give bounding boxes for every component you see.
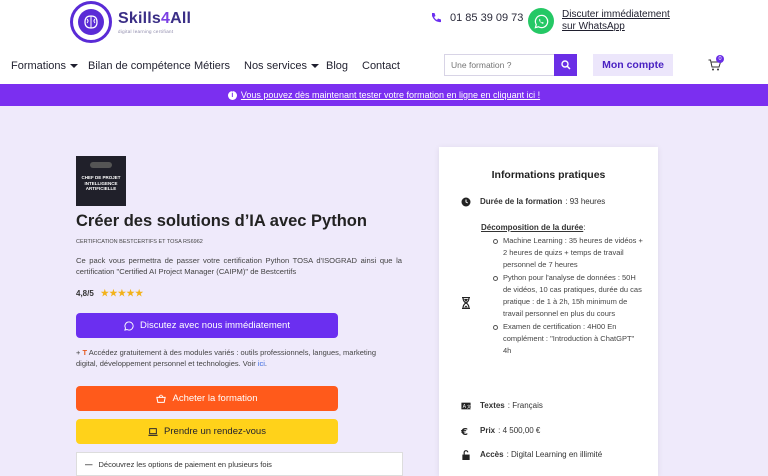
nav-label: Métiers [194,60,231,72]
buy-label: Acheter la formation [172,393,258,404]
nav-bilan[interactable]: Bilan de compétence [88,60,191,72]
free-modules-note: + T Accédez gratuitement à des modules v… [76,348,376,368]
search-icon [560,60,571,70]
list-item: Examen de certification : 4H00 En complé… [493,321,643,357]
svg-text:文: 文 [467,403,471,409]
access-row: Accès: Digital Learning en illimité [461,450,602,460]
price-label: Prix [480,426,496,435]
list-item: Python pour l'analyse de données : 50H d… [493,272,643,320]
duration-label: Durée de la formation [480,197,563,206]
access-label: Accès [480,450,504,459]
duration-row: Durée de la formation: 93 heures [461,197,605,207]
whatsapp-link[interactable]: Discuter immédiatement sur WhatsApp [562,9,682,33]
clock-icon [461,197,471,207]
nav-label: Nos services [244,60,307,72]
appointment-label: Prendre un rendez-vous [164,426,266,437]
price-value: : 4 500,00 € [498,426,541,435]
main-nav: Formations Bilan de compétence Métiers N… [0,46,768,84]
rating: 4,8/5 ★★★★★ [76,288,144,299]
euro-icon: € [461,427,468,436]
brain-logo-icon [70,1,112,43]
logo[interactable]: Skills4All digital learning certifiant [70,1,191,43]
cart-count-badge: 0 [716,55,724,63]
whatsapp-icon[interactable] [528,8,554,34]
appointment-button[interactable]: Prendre un rendez-vous [76,419,338,444]
nav-formations[interactable]: Formations [11,60,79,72]
gift-icon: T [82,348,88,357]
texts-label: Textes [480,401,505,410]
course-description: Ce pack vous permettra de passer votre c… [76,256,402,276]
cart-button[interactable]: 0 [708,55,724,76]
translate-icon: A文 [461,402,471,410]
nav-label: Bilan de compétence [88,60,191,72]
svg-text:€: € [461,427,468,436]
free-note-text: Accédez gratuitement à des modules varié… [76,348,376,368]
rating-value: 4,8/5 [76,289,94,298]
search-input[interactable] [445,55,555,75]
whatsapp-icon [124,320,134,331]
texts-row: A文 Textes: Français [461,401,543,411]
texts-value: : Français [507,401,543,410]
nav-contact[interactable]: Contact [362,60,400,72]
unlock-icon [462,450,470,460]
search-button[interactable] [554,54,577,76]
nav-metiers[interactable]: Métiers [194,60,230,72]
practical-info-card: Informations pratiques Durée de la forma… [439,147,658,476]
banner-text: Vous pouvez dès maintenant tester votre … [240,90,541,100]
plus-sign: + [76,348,81,357]
chevron-down-icon [70,64,79,68]
basket-icon [156,394,167,403]
nav-label: Blog [326,60,349,72]
decomposition-label: Décomposition de la durée: [481,223,586,232]
decomposition-list: Machine Learning : 35 heures de vidéos +… [493,235,643,358]
discuss-button[interactable]: Discutez avec nous immédiatement [76,313,338,338]
top-bar: Skills4All digital learning certifiant 0… [0,0,768,46]
decomp-label-text: Décomposition de la durée [481,223,584,232]
course-subtitle: CERTIFICATION BESTCERTIFS ET TOSA RS6962 [76,239,203,245]
laptop-icon [148,427,158,436]
account-button[interactable]: Mon compte [593,54,673,76]
nav-services[interactable]: Nos services [244,60,319,72]
certification-badge-image: CHEF DE PROJET INTELLIGENCE ARTIFICIELLE [76,156,126,206]
phone-number: 01 85 39 09 73 [450,12,524,24]
brand-tagline: digital learning certifiant [118,29,174,34]
buy-button[interactable]: Acheter la formation [76,386,338,411]
free-note-link[interactable]: ici [258,359,265,368]
payment-options-toggle[interactable]: — Découvrez les options de paiement en p… [76,452,403,476]
brand-name: Skills4All [118,10,192,27]
nav-label: Formations [11,60,67,72]
phone-icon [432,13,441,23]
rating-stars-icon: ★★★★★ [100,288,144,298]
badge-logo [90,162,112,168]
promo-banner[interactable]: i Vous pouvez dès maintenant tester votr… [0,84,768,106]
chevron-down-icon [310,64,319,68]
hourglass-icon [462,297,470,309]
badge-text: CHEF DE PROJET INTELLIGENCE ARTIFICIELLE [81,175,121,191]
access-value: : Digital Learning en illimité [506,450,603,459]
phone-link[interactable]: 01 85 39 09 73 [430,12,523,24]
info-icon: i [227,90,237,100]
price-row: € Prix: 4 500,00 € [461,426,540,436]
nav-label: Contact [362,60,400,72]
duration-value: : 93 heures [565,197,606,206]
payment-options-label: Découvrez les options de paiement en plu… [98,460,272,469]
card-title: Informations pratiques [491,169,606,181]
nav-blog[interactable]: Blog [326,60,348,72]
discuss-label: Discutez avec nous immédiatement [140,320,290,331]
collapse-icon: — [85,460,93,469]
search-box [444,54,577,76]
list-item: Machine Learning : 35 heures de vidéos +… [493,235,643,271]
page-title: Créer des solutions d’IA avec Python [76,212,367,230]
